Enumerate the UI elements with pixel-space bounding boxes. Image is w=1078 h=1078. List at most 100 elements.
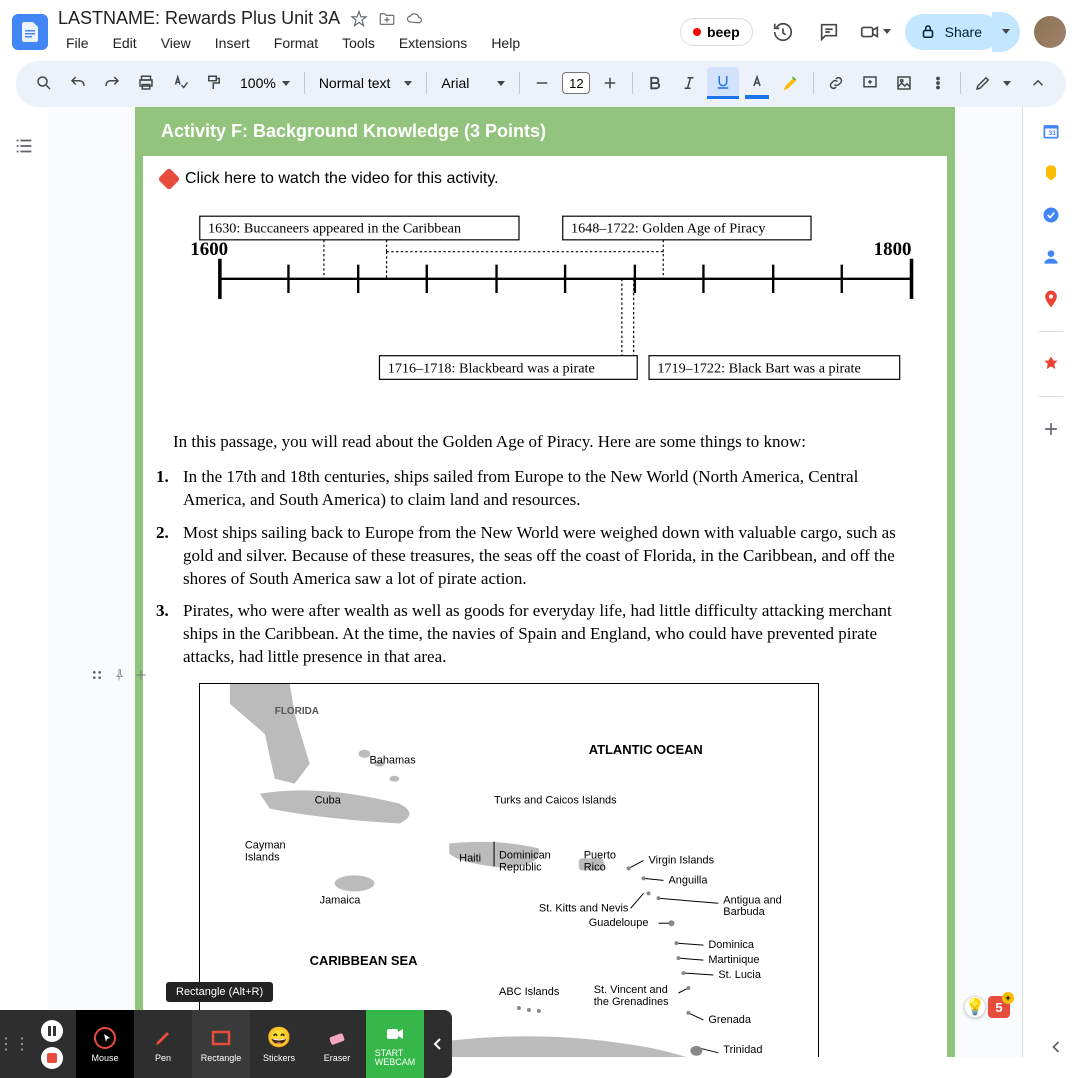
screencastify-bar: ⋮⋮ Mouse Pen Rectangle 😄 Stickers Eraser… — [0, 1010, 452, 1078]
drag-handle-icon — [89, 667, 105, 683]
share-dropdown[interactable] — [992, 12, 1020, 52]
decrease-font-icon[interactable] — [526, 67, 558, 99]
insert-image-icon[interactable] — [888, 67, 920, 99]
list-item: Most ships sailing back to Europe from t… — [173, 522, 917, 591]
spellcheck-icon[interactable] — [164, 67, 196, 99]
side-panel-toggle-icon[interactable] — [1046, 1037, 1066, 1062]
underline-icon[interactable] — [707, 67, 739, 99]
star-icon[interactable] — [350, 10, 368, 28]
docs-logo[interactable] — [12, 14, 48, 50]
side-panel: 31 — [1022, 107, 1078, 1057]
share-button[interactable]: Share — [905, 14, 1000, 50]
font-select[interactable]: Arial — [433, 71, 513, 95]
svg-text:CaymanIslands: CaymanIslands — [245, 840, 286, 864]
docs-header: LASTNAME: Rewards Plus Unit 3A File Edit… — [0, 0, 1078, 55]
search-icon[interactable] — [28, 67, 60, 99]
undo-icon[interactable] — [62, 67, 94, 99]
calendar-icon[interactable]: 31 — [1041, 121, 1061, 141]
document-scroll-area[interactable]: Activity F: Background Knowledge (3 Poin… — [48, 107, 1022, 1057]
menu-extensions[interactable]: Extensions — [391, 31, 475, 55]
svg-text:PuertoRico: PuertoRico — [584, 850, 616, 874]
video-link-row: Click here to watch the video for this a… — [143, 156, 947, 194]
svg-text:1719–1722: Black Bart was a pi: 1719–1722: Black Bart was a pirate — [657, 360, 860, 376]
video-link-text[interactable]: Click here to watch the video for this a… — [185, 170, 499, 188]
comment-icon[interactable] — [813, 16, 845, 48]
tasks-icon[interactable] — [1041, 205, 1061, 225]
chevron-down-icon — [282, 81, 290, 86]
margin-tools[interactable] — [89, 667, 149, 683]
editing-mode-icon[interactable] — [967, 67, 999, 99]
move-folder-icon[interactable] — [378, 10, 396, 28]
svg-text:1716–1718: Blackbeard was a pi: 1716–1718: Blackbeard was a pirate — [388, 360, 595, 376]
caribbean-map: FLORIDA Cuba Bahamas ATLANTIC OCEAN Turk… — [199, 683, 819, 1057]
svg-text:Haiti: Haiti — [459, 853, 481, 865]
doc-title[interactable]: LASTNAME: Rewards Plus Unit 3A — [58, 8, 340, 29]
style-select[interactable]: Normal text — [311, 71, 421, 95]
svg-text:ABC Islands: ABC Islands — [499, 986, 560, 998]
svg-text:St. Lucia: St. Lucia — [718, 969, 762, 981]
meet-button[interactable] — [859, 21, 891, 43]
pin-icon — [111, 667, 127, 683]
pause-icon — [41, 1020, 63, 1042]
font-size-input[interactable] — [562, 72, 590, 94]
italic-icon[interactable] — [673, 67, 705, 99]
print-icon[interactable] — [130, 67, 162, 99]
record-dot-icon — [693, 28, 701, 36]
svg-text:DominicanRepublic: DominicanRepublic — [499, 850, 551, 874]
paint-format-icon[interactable] — [198, 67, 230, 99]
pause-record-controls[interactable] — [28, 1010, 76, 1078]
stickers-tool[interactable]: 😄 Stickers — [250, 1010, 308, 1078]
text-color-icon[interactable] — [741, 67, 773, 99]
increase-font-icon[interactable] — [594, 67, 626, 99]
svg-text:1800: 1800 — [874, 239, 912, 260]
add-comment-icon[interactable] — [854, 67, 886, 99]
more-icon[interactable] — [922, 67, 954, 99]
history-icon[interactable] — [767, 16, 799, 48]
beep-button[interactable]: beep — [680, 18, 753, 46]
count-badge: 5+ — [988, 996, 1010, 1018]
beep-label: beep — [707, 24, 740, 40]
menu-tools[interactable]: Tools — [334, 31, 383, 55]
toolbar: 100% Normal text Arial — [16, 61, 1066, 107]
rectangle-tool[interactable]: Rectangle — [192, 1010, 250, 1078]
svg-text:Jamaica: Jamaica — [320, 895, 362, 907]
collapse-bar-icon[interactable] — [424, 1037, 452, 1051]
contacts-icon[interactable] — [1041, 247, 1061, 267]
cloud-saved-icon[interactable] — [406, 10, 424, 28]
svg-text:Grenada: Grenada — [708, 1014, 752, 1026]
chevron-down-icon — [497, 81, 505, 86]
svg-text:St. Vincent andthe Grenadines: St. Vincent andthe Grenadines — [594, 984, 669, 1008]
redo-icon[interactable] — [96, 67, 128, 99]
title-area: LASTNAME: Rewards Plus Unit 3A File Edit… — [58, 8, 680, 55]
activity-header: Activity F: Background Knowledge (3 Poin… — [143, 107, 947, 156]
menu-help[interactable]: Help — [483, 31, 528, 55]
menu-view[interactable]: View — [153, 31, 199, 55]
chevron-down-icon[interactable] — [1003, 81, 1011, 86]
link-icon[interactable] — [820, 67, 852, 99]
user-avatar[interactable] — [1034, 16, 1066, 48]
zoom-select[interactable]: 100% — [232, 71, 298, 95]
pen-tool[interactable]: Pen — [134, 1010, 192, 1078]
eraser-tool[interactable]: Eraser — [308, 1010, 366, 1078]
mouse-tool[interactable]: Mouse — [76, 1010, 134, 1078]
extension-badge[interactable]: 💡 5+ — [964, 996, 1010, 1018]
start-webcam-button[interactable]: STARTWEBCAM — [366, 1010, 424, 1078]
maps-icon[interactable] — [1041, 289, 1061, 309]
outline-toggle[interactable] — [0, 107, 48, 1057]
addon-icon[interactable] — [1041, 354, 1061, 374]
highlight-icon[interactable] — [775, 67, 807, 99]
list-item: Pirates, who were after wealth as well a… — [173, 600, 917, 669]
bold-icon[interactable] — [639, 67, 671, 99]
menu-insert[interactable]: Insert — [207, 31, 258, 55]
menu-bar: File Edit View Insert Format Tools Exten… — [58, 31, 680, 55]
svg-text:CARIBBEAN SEA: CARIBBEAN SEA — [310, 953, 418, 968]
menu-file[interactable]: File — [58, 31, 97, 55]
menu-edit[interactable]: Edit — [105, 31, 145, 55]
drag-handle-icon[interactable]: ⋮⋮ — [0, 1034, 28, 1054]
share-label: Share — [945, 24, 982, 40]
menu-format[interactable]: Format — [266, 31, 326, 55]
collapse-toolbar-icon[interactable] — [1022, 67, 1054, 99]
add-addon-icon[interactable] — [1041, 419, 1061, 439]
svg-text:31: 31 — [1048, 130, 1056, 137]
keep-icon[interactable] — [1041, 163, 1061, 183]
